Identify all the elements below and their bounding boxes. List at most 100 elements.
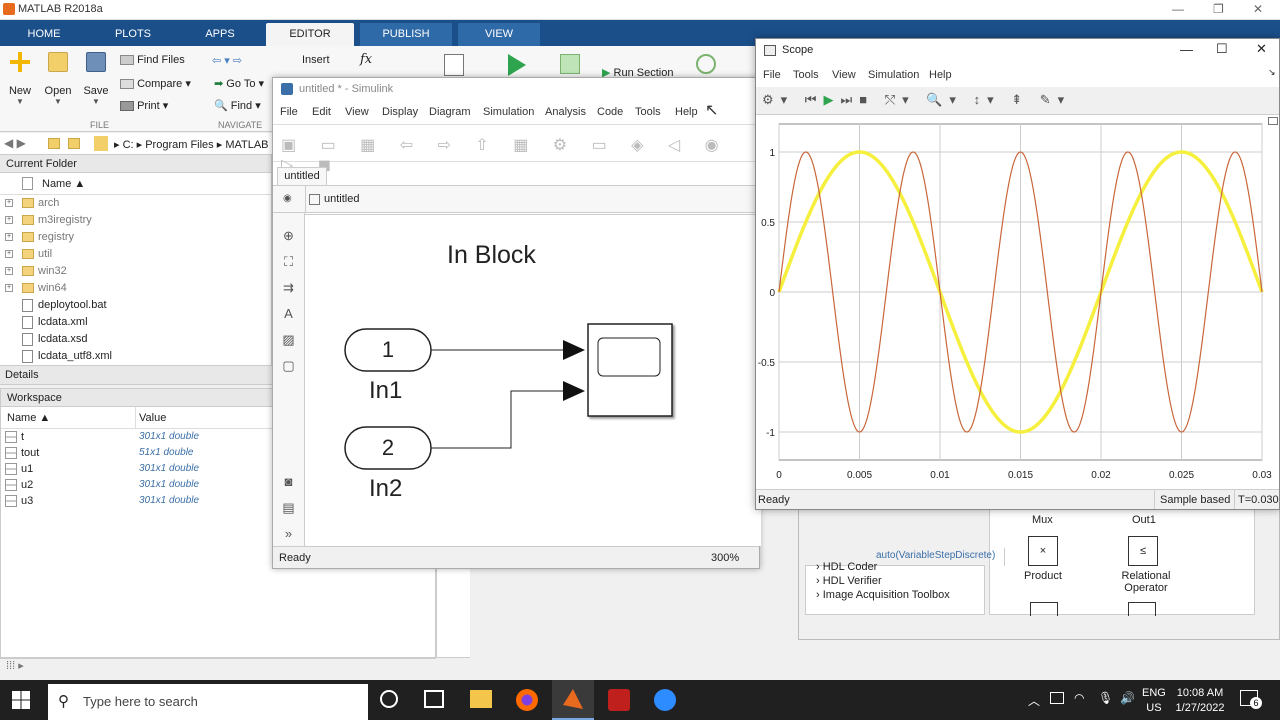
- product-block[interactable]: ×: [1028, 536, 1058, 566]
- ws-col-value[interactable]: Value: [139, 412, 166, 424]
- expand-icon[interactable]: +: [5, 199, 13, 207]
- restore-icon[interactable]: ❐: [1213, 2, 1224, 16]
- speaker-icon[interactable]: 🔊: [1120, 691, 1135, 705]
- tab-view[interactable]: VIEW: [458, 23, 540, 46]
- find-files-button[interactable]: Find Files: [120, 54, 185, 66]
- insert-button[interactable]: Insert: [302, 54, 330, 66]
- expand-icon[interactable]: +: [5, 216, 13, 224]
- folder-list-item[interactable]: + m3iregistry: [0, 212, 271, 229]
- block-partial[interactable]: [1128, 602, 1156, 616]
- scope-menu-tools[interactable]: Tools: [793, 69, 819, 81]
- browse-folder-icon[interactable]: [68, 138, 80, 149]
- image-icon[interactable]: ▨: [273, 327, 304, 353]
- publish-doc-icon[interactable]: [444, 54, 464, 76]
- sim-menu-help[interactable]: Help: [675, 106, 698, 118]
- folder-list-item[interactable]: deploytool.bat: [0, 297, 271, 314]
- lib-item-hdl-verifier[interactable]: › HDL Verifier: [806, 574, 984, 588]
- folder-list-item[interactable]: + win32: [0, 263, 271, 280]
- command-strip[interactable]: ⁞⁞⁞ ▸: [0, 658, 436, 680]
- task-view-icon[interactable]: [424, 690, 444, 708]
- scope-minimize-icon[interactable]: —: [1180, 42, 1193, 57]
- tab-apps[interactable]: APPS: [194, 23, 246, 46]
- tab-untitled[interactable]: untitled: [277, 167, 327, 185]
- language-indicator[interactable]: ENG US: [1142, 686, 1166, 716]
- simulink-toolbar[interactable]: ▣ ▭ ▦ ⇦ ⇨ ⇧ ▦ ⚙ ▭ ◈ ◁ ◉ ▷ ◼: [273, 124, 759, 174]
- scope-menu-simulation[interactable]: Simulation: [868, 69, 919, 81]
- scope-menu-view[interactable]: View: [832, 69, 856, 81]
- arrow-icon[interactable]: ⇉: [273, 275, 304, 301]
- sim-menu-diagram[interactable]: Diagram: [429, 106, 471, 118]
- fit-view-icon[interactable]: ⛶: [273, 249, 304, 275]
- sim-menu-analysis[interactable]: Analysis: [545, 106, 586, 118]
- library-tree[interactable]: › HDL Coder › HDL Verifier › Image Acqui…: [805, 561, 985, 615]
- lib-item-image-acq[interactable]: › Image Acquisition Toolbox: [806, 588, 984, 602]
- new-button[interactable]: New ▼: [4, 52, 36, 106]
- tray-chevron-icon[interactable]: ︿: [1028, 692, 1040, 709]
- tab-publish[interactable]: PUBLISH: [360, 23, 452, 46]
- simulink-palette[interactable]: ⊕ ⛶ ⇉ A ▨ ▢ ◙ ▤»: [273, 213, 305, 546]
- sim-menu-simulation[interactable]: Simulation: [483, 106, 534, 118]
- open-button[interactable]: Open ▼: [42, 52, 74, 106]
- details-panel-header[interactable]: Details: [0, 365, 272, 385]
- microphone-icon[interactable]: 🎙: [1098, 691, 1113, 705]
- lib-item-hdl-coder[interactable]: › HDL Coder: [806, 560, 984, 574]
- network-icon[interactable]: [1050, 692, 1064, 704]
- saturation-block[interactable]: [1030, 602, 1058, 616]
- expand-icon[interactable]: +: [5, 233, 13, 241]
- run-advance-icon[interactable]: [560, 54, 580, 74]
- expand-icon[interactable]: +: [5, 284, 13, 292]
- close-icon[interactable]: ✕: [1253, 2, 1263, 16]
- sim-menu-edit[interactable]: Edit: [312, 106, 331, 118]
- notification-icon[interactable]: 6: [1240, 690, 1262, 709]
- sim-solver[interactable]: auto(VariableStepDiscrete): [876, 550, 995, 561]
- firefox-icon[interactable]: [516, 689, 538, 711]
- run-icon[interactable]: [508, 54, 526, 76]
- folder-list-item[interactable]: lcdata.xml: [0, 314, 271, 331]
- folder-list-item[interactable]: + arch: [0, 195, 271, 212]
- signal-line-2[interactable]: [431, 390, 565, 449]
- windows-start-icon[interactable]: [12, 691, 30, 709]
- fx-button[interactable]: fx: [360, 52, 372, 67]
- folder-list-item[interactable]: + util: [0, 246, 271, 263]
- save-button[interactable]: Save ▼: [80, 52, 112, 106]
- scope-toolbar[interactable]: ⚙▾ ⏮▶⏭■ ⤲▾ 🔍▾ ↕▾ ⇞ ✎▾: [756, 87, 1279, 115]
- go-to-button[interactable]: ➡ Go To ▾: [214, 77, 264, 90]
- scope-close-icon[interactable]: ✕: [1256, 41, 1267, 57]
- inport1-label[interactable]: In1: [369, 377, 402, 405]
- ws-col-name[interactable]: Name ▲: [7, 412, 50, 424]
- matlab-taskbar-item[interactable]: [552, 680, 594, 720]
- expand-icon[interactable]: »: [273, 521, 304, 547]
- simulink-canvas[interactable]: In Block 1 In1 2 In2: [305, 214, 761, 546]
- sim-menu-file[interactable]: File: [280, 106, 298, 118]
- scope-menu-help[interactable]: Help: [929, 69, 952, 81]
- address-path[interactable]: ▸ C: ▸ Program Files ▸ MATLAB: [114, 138, 269, 151]
- sim-menu-tools[interactable]: Tools: [635, 106, 661, 118]
- sim-menu-code[interactable]: Code: [597, 106, 623, 118]
- scope-menu-file[interactable]: File: [763, 69, 781, 81]
- compare-button[interactable]: Compare ▾: [120, 77, 191, 90]
- expand-icon[interactable]: +: [5, 267, 13, 275]
- scope-menu-dock-icon[interactable]: ↘: [1268, 67, 1276, 78]
- folder-col-header[interactable]: Name ▲: [0, 173, 271, 195]
- sim-menu-view[interactable]: View: [345, 106, 369, 118]
- minimize-icon[interactable]: —: [1172, 2, 1184, 16]
- inport2-label[interactable]: In2: [369, 475, 402, 503]
- folder-list-item[interactable]: lcdata.xsd: [0, 331, 271, 348]
- sim-menu-display[interactable]: Display: [382, 106, 418, 118]
- acrobat-icon[interactable]: [608, 689, 630, 711]
- model-browser-icon[interactable]: ▤: [273, 495, 304, 521]
- wifi-icon[interactable]: ◠: [1074, 691, 1084, 705]
- find-button[interactable]: 🔍 Find ▾: [214, 99, 261, 112]
- folder-list-item[interactable]: + registry: [0, 229, 271, 246]
- up-folder-icon[interactable]: [48, 138, 60, 149]
- taskbar-search[interactable]: ⚲ Type here to search: [48, 684, 368, 720]
- camera-icon[interactable]: ◙: [273, 469, 304, 495]
- annotation-icon[interactable]: A: [273, 301, 304, 327]
- tab-plots[interactable]: PLOTS: [106, 23, 160, 46]
- zoom-in-icon[interactable]: ⊕: [273, 223, 304, 249]
- nav-arrows-icon[interactable]: ◀ ▶: [4, 136, 26, 150]
- zoom-app-icon[interactable]: [654, 689, 676, 711]
- file-explorer-icon[interactable]: [470, 690, 492, 708]
- scope-chart[interactable]: 0 0.005 0.01 0.015 0.02 0.025 0.03 1 0.5 0 -0.5 -1: [756, 115, 1279, 489]
- relational-block[interactable]: ≤: [1128, 536, 1158, 566]
